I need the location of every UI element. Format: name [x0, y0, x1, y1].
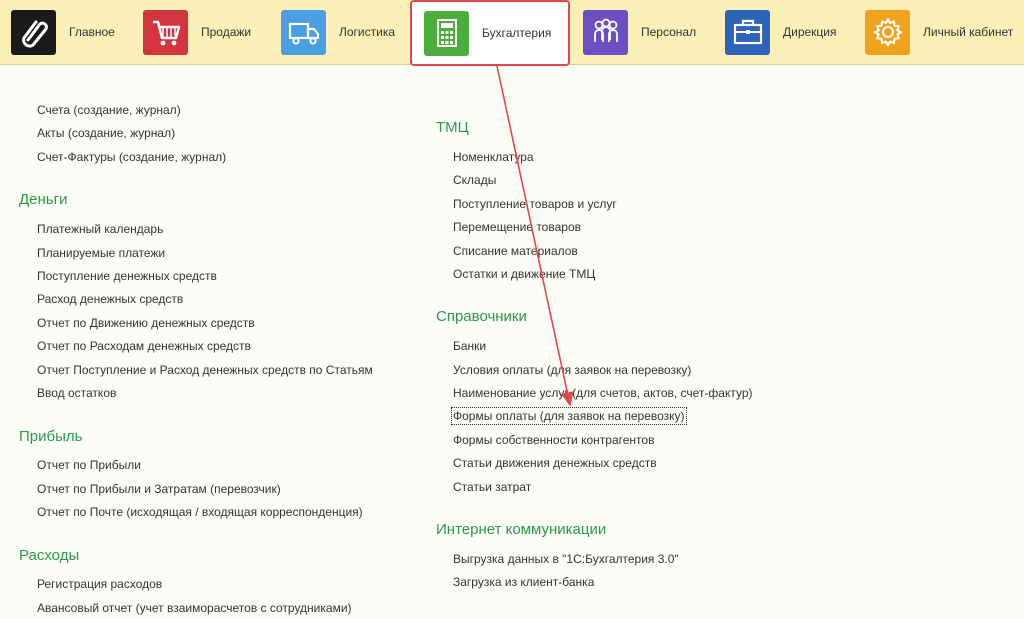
menu-link[interactable]: Банки	[453, 339, 486, 353]
menu-link[interactable]: Поступление денежных средств	[37, 269, 217, 283]
menu-link[interactable]: Отчет Поступление и Расход денежных сред…	[37, 363, 373, 377]
menu-link[interactable]: Отчет по Расходам денежных средств	[37, 339, 251, 353]
nav-label-accounting: Бухгалтерия	[482, 26, 552, 40]
section-title-tmc: ТМЦ	[436, 119, 469, 136]
menu-link[interactable]: Авансовый отчет (учет взаиморасчетов с с…	[37, 601, 352, 615]
menu-link-invoice-facts[interactable]: Счет-Фактуры (создание, журнал)	[37, 150, 226, 164]
accounting-menu: Счета (создание, журнал) Акты (создание,…	[0, 65, 1024, 619]
section-title-internet: Интернет коммуникации	[436, 521, 607, 538]
menu-link[interactable]: Склады	[453, 173, 496, 187]
menu-link[interactable]: Статьи движения денежных средств	[453, 456, 657, 470]
left-column: Счета (создание, журнал) Акты (создание,…	[0, 65, 420, 619]
menu-link[interactable]: Поступление товаров и услуг	[453, 197, 617, 211]
menu-link[interactable]: Выгрузка данных в "1С:Бухгалтерия 3.0"	[453, 552, 679, 566]
section-title-money: Деньги	[19, 191, 68, 208]
people-icon	[583, 9, 628, 55]
menu-link[interactable]: Отчет по Прибыли	[37, 458, 141, 472]
menu-link[interactable]: Отчет по Почте (исходящая / входящая кор…	[37, 505, 363, 519]
section-panel: Главное Продажи Логистика Бухгалтерия Пе…	[0, 0, 1024, 66]
menu-link[interactable]: Номенклатура	[453, 150, 534, 164]
nav-label-logistics: Логистика	[339, 25, 396, 39]
menu-link[interactable]: Формы собственности контрагентов	[453, 433, 654, 447]
menu-link[interactable]: Условия оплаты (для заявок на перевозку)	[453, 363, 691, 377]
nav-item-main[interactable]: Главное	[11, 0, 115, 64]
nav-label-main: Главное	[69, 25, 115, 39]
nav-item-logistics[interactable]: Логистика	[281, 0, 395, 64]
menu-link[interactable]: Отчет по Движению денежных средств	[37, 316, 255, 330]
menu-link-acts[interactable]: Акты (создание, журнал)	[37, 126, 175, 140]
nav-label-directorate: Дирекция	[783, 25, 837, 39]
section-title-expenses: Расходы	[19, 547, 80, 564]
menu-link[interactable]: Наименование услуг (для счетов, актов, с…	[453, 386, 753, 400]
menu-link-invoices[interactable]: Счета (создание, журнал)	[37, 103, 181, 117]
menu-link[interactable]: Ввод остатков	[37, 386, 116, 400]
menu-link[interactable]: Списание материалов	[453, 244, 578, 258]
calculator-icon	[424, 10, 469, 56]
right-column: ТМЦ Номенклатура Склады Поступление това…	[420, 65, 1020, 619]
menu-link[interactable]: Планируемые платежи	[37, 246, 165, 260]
section-title-profit: Прибыль	[19, 428, 83, 445]
truck-icon	[281, 9, 326, 55]
menu-link[interactable]: Перемещение товаров	[453, 220, 581, 234]
nav-label-account: Личный кабинет	[923, 25, 1014, 39]
menu-link-payment-forms[interactable]: Формы оплаты (для заявок на перевозку)	[451, 407, 687, 425]
gear-icon	[865, 9, 910, 55]
section-title-refs: Справочники	[436, 308, 527, 325]
nav-item-account[interactable]: Личный кабинет	[865, 0, 1013, 64]
nav-item-accounting[interactable]: Бухгалтерия	[410, 0, 570, 66]
briefcase-icon	[725, 9, 770, 55]
menu-link[interactable]: Расход денежных средств	[37, 292, 183, 306]
menu-link[interactable]: Регистрация расходов	[37, 577, 162, 591]
nav-item-personnel[interactable]: Персонал	[583, 0, 696, 64]
nav-item-sales[interactable]: Продажи	[143, 0, 251, 64]
shopping-cart-icon	[143, 9, 188, 55]
nav-label-personnel: Персонал	[641, 25, 697, 39]
menu-link[interactable]: Платежный календарь	[37, 222, 163, 236]
menu-link[interactable]: Статьи затрат	[453, 480, 531, 494]
nav-label-sales: Продажи	[201, 25, 252, 39]
paperclip-icon	[11, 9, 56, 55]
menu-link[interactable]: Загрузка из клиент-банка	[453, 575, 594, 589]
menu-link[interactable]: Отчет по Прибыли и Затратам (перевозчик)	[37, 482, 281, 496]
nav-item-directorate[interactable]: Дирекция	[725, 0, 837, 64]
menu-link[interactable]: Остатки и движение ТМЦ	[453, 267, 595, 281]
